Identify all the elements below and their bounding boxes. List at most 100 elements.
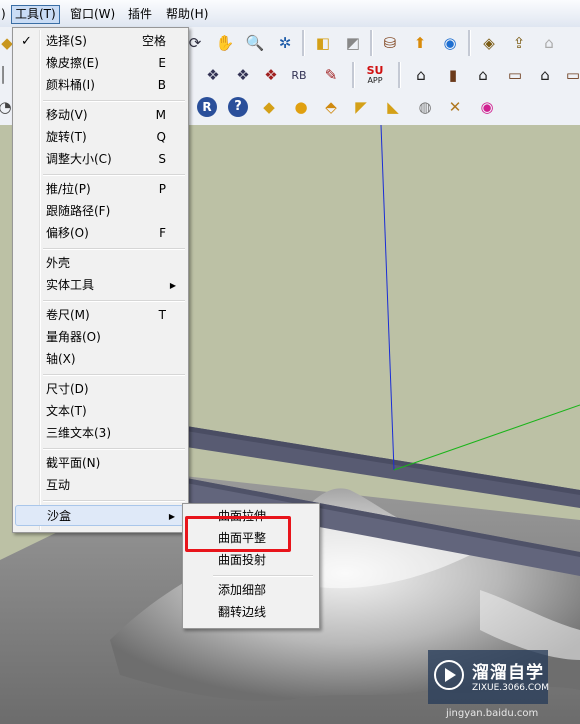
pan-hand-icon[interactable]: ✋ — [212, 30, 238, 56]
zoom-extents-icon[interactable]: ✲ — [272, 30, 298, 56]
menu-item-label: 轴(X) — [46, 352, 76, 366]
menu-item-section-plane[interactable]: 截平面(N) — [15, 453, 184, 474]
menu-item-shortcut: T — [158, 308, 166, 322]
submenu-item-add-detail[interactable]: 添加细部 — [185, 580, 315, 601]
menu-separator — [43, 374, 185, 376]
geo-location-icon[interactable]: ⬘ — [318, 94, 344, 120]
menu-item-select[interactable]: ✓ 选择(S) 空格 — [15, 31, 184, 52]
submenu-item-drape[interactable]: 曲面投射 — [185, 550, 315, 571]
menu-item-interact[interactable]: 互动 — [15, 475, 184, 496]
menu-item-label: 文本(T) — [46, 404, 87, 418]
color-wheel-icon[interactable]: ◉ — [474, 94, 500, 120]
green-axis-line — [393, 404, 580, 471]
solid-union-icon[interactable]: ❖ — [200, 62, 226, 88]
submenu-item-label: 翻转边线 — [218, 605, 267, 619]
warehouse-icon[interactable]: ⛁ — [377, 30, 403, 56]
share-model-icon[interactable]: ⬆ — [407, 30, 433, 56]
menu-help[interactable]: 帮助(H) — [163, 6, 211, 23]
menu-item-shortcut: S — [158, 152, 166, 166]
menu-item-label: 移动(V) — [46, 108, 88, 122]
submenu-item-flip-edge[interactable]: 翻转边线 — [185, 602, 315, 623]
menu-item-shortcut: F — [159, 226, 166, 240]
submenu-arrow-icon: ▶ — [168, 512, 175, 521]
menu-item-label: 互动 — [46, 478, 71, 492]
flag-icon[interactable]: ◤ — [348, 94, 374, 120]
menu-item-label: 推/拉(P) — [46, 182, 91, 196]
menu-item-label: 橡皮擦(E) — [46, 56, 99, 70]
menu-item-shortcut: Q — [156, 130, 166, 144]
menu-item-dimensions[interactable]: 尺寸(D) — [15, 379, 184, 400]
menu-item-tape-measure[interactable]: 卷尺(M) T — [15, 305, 184, 326]
menu-item-eraser[interactable]: 橡皮擦(E) E — [15, 53, 184, 74]
menu-item-label: 卷尺(M) — [46, 308, 90, 322]
menu-item-label: 偏移(O) — [46, 226, 89, 240]
menu-plugins[interactable]: 插件 — [125, 6, 155, 23]
menu-item-scale[interactable]: 调整大小(C) S — [15, 149, 184, 170]
r-button-icon[interactable]: R — [194, 94, 220, 120]
watermark-url: ZIXUE.3066.COM — [472, 683, 550, 693]
help-icon[interactable]: ? — [225, 94, 251, 120]
next-view-icon[interactable]: ◩ — [340, 30, 366, 56]
roof-icon[interactable]: ⌂ — [532, 62, 558, 88]
window-frame-icon[interactable]: ▭ — [502, 62, 528, 88]
previous-view-icon[interactable]: ◧ — [310, 30, 336, 56]
menu-item-label: 外壳 — [46, 256, 71, 270]
play-logo-icon — [434, 660, 464, 690]
check-icon: ✓ — [21, 34, 32, 49]
menu-item-solid-tools[interactable]: 实体工具 ▶ — [15, 275, 184, 296]
outliner-icon[interactable]: ✎ — [318, 62, 344, 88]
menu-separator — [213, 575, 313, 577]
su-app-icon[interactable]: SU APP — [362, 62, 388, 88]
menu-prev-item[interactable]: ) — [0, 6, 9, 23]
sun-icon[interactable]: ● — [288, 94, 314, 120]
rb-icon[interactable]: RB — [286, 62, 312, 88]
menu-item-sandbox[interactable]: 沙盒 ▶ — [15, 505, 184, 526]
highlight-annotation — [185, 516, 291, 552]
upload-component-icon[interactable]: ⇪ — [506, 30, 532, 56]
extension-icon[interactable]: ⌂ — [536, 30, 562, 56]
menu-item-protractor[interactable]: 量角器(O) — [15, 327, 184, 348]
menu-item-label: 三维文本(3) — [46, 426, 111, 440]
menu-item-3d-text[interactable]: 三维文本(3) — [15, 423, 184, 444]
menu-item-axes[interactable]: 轴(X) — [15, 349, 184, 370]
menu-tools[interactable]: 工具(T) — [11, 5, 60, 24]
tag-icon[interactable]: ◆ — [256, 94, 282, 120]
sphere-icon[interactable]: ◍ — [412, 94, 438, 120]
menu-item-offset[interactable]: 偏移(O) F — [15, 223, 184, 244]
menu-window[interactable]: 窗口(W) — [67, 6, 118, 23]
menu-item-rotate[interactable]: 旋转(T) Q — [15, 127, 184, 148]
texture-icon[interactable]: ✕ — [442, 94, 468, 120]
menu-item-label: 尺寸(D) — [46, 382, 89, 396]
menu-item-move[interactable]: 移动(V) M — [15, 105, 184, 126]
menu-item-push-pull[interactable]: 推/拉(P) P — [15, 179, 184, 200]
toolbar-separator — [398, 62, 401, 88]
components-icon[interactable]: ◈ — [476, 30, 502, 56]
rb-label: RB — [291, 68, 307, 82]
menu-item-label: 选择(S) — [46, 34, 87, 48]
house-icon[interactable]: ⌂ — [470, 62, 496, 88]
menu-item-label: 截平面(N) — [46, 456, 101, 470]
menu-item-label: 实体工具 — [46, 278, 95, 292]
photo-match-icon[interactable]: ◣ — [380, 94, 406, 120]
menu-separator — [43, 448, 185, 450]
menu-item-follow-me[interactable]: 跟随路径(F) — [15, 201, 184, 222]
menu-item-label: 调整大小(C) — [46, 152, 112, 166]
wall-icon[interactable]: ▭ — [560, 62, 580, 88]
menu-item-label: 旋转(T) — [46, 130, 87, 144]
solid-intersect-icon[interactable]: ❖ — [230, 62, 256, 88]
menu-item-paint-bucket[interactable]: 颜料桶(I) B — [15, 75, 184, 96]
menu-item-shortcut: E — [158, 56, 166, 70]
menu-item-outer-shell[interactable]: 外壳 — [15, 253, 184, 274]
menu-item-shortcut: P — [158, 182, 166, 196]
globe-icon[interactable]: ◉ — [437, 30, 463, 56]
q-label: ? — [228, 97, 248, 117]
solid-subtract-icon[interactable]: ❖ — [258, 62, 284, 88]
menu-item-text[interactable]: 文本(T) — [15, 401, 184, 422]
menu-separator — [43, 100, 185, 102]
zoom-icon[interactable]: 🔍 — [242, 30, 268, 56]
blue-axis-line — [380, 125, 395, 471]
submenu-item-label: 曲面投射 — [218, 553, 267, 567]
tools-menu: ✓ 选择(S) 空格 橡皮擦(E) E 颜料桶(I) B 移动(V) M 旋转(… — [12, 27, 189, 533]
door-icon[interactable]: ▮ — [440, 62, 466, 88]
house-outline-icon[interactable]: ⌂ — [408, 62, 434, 88]
